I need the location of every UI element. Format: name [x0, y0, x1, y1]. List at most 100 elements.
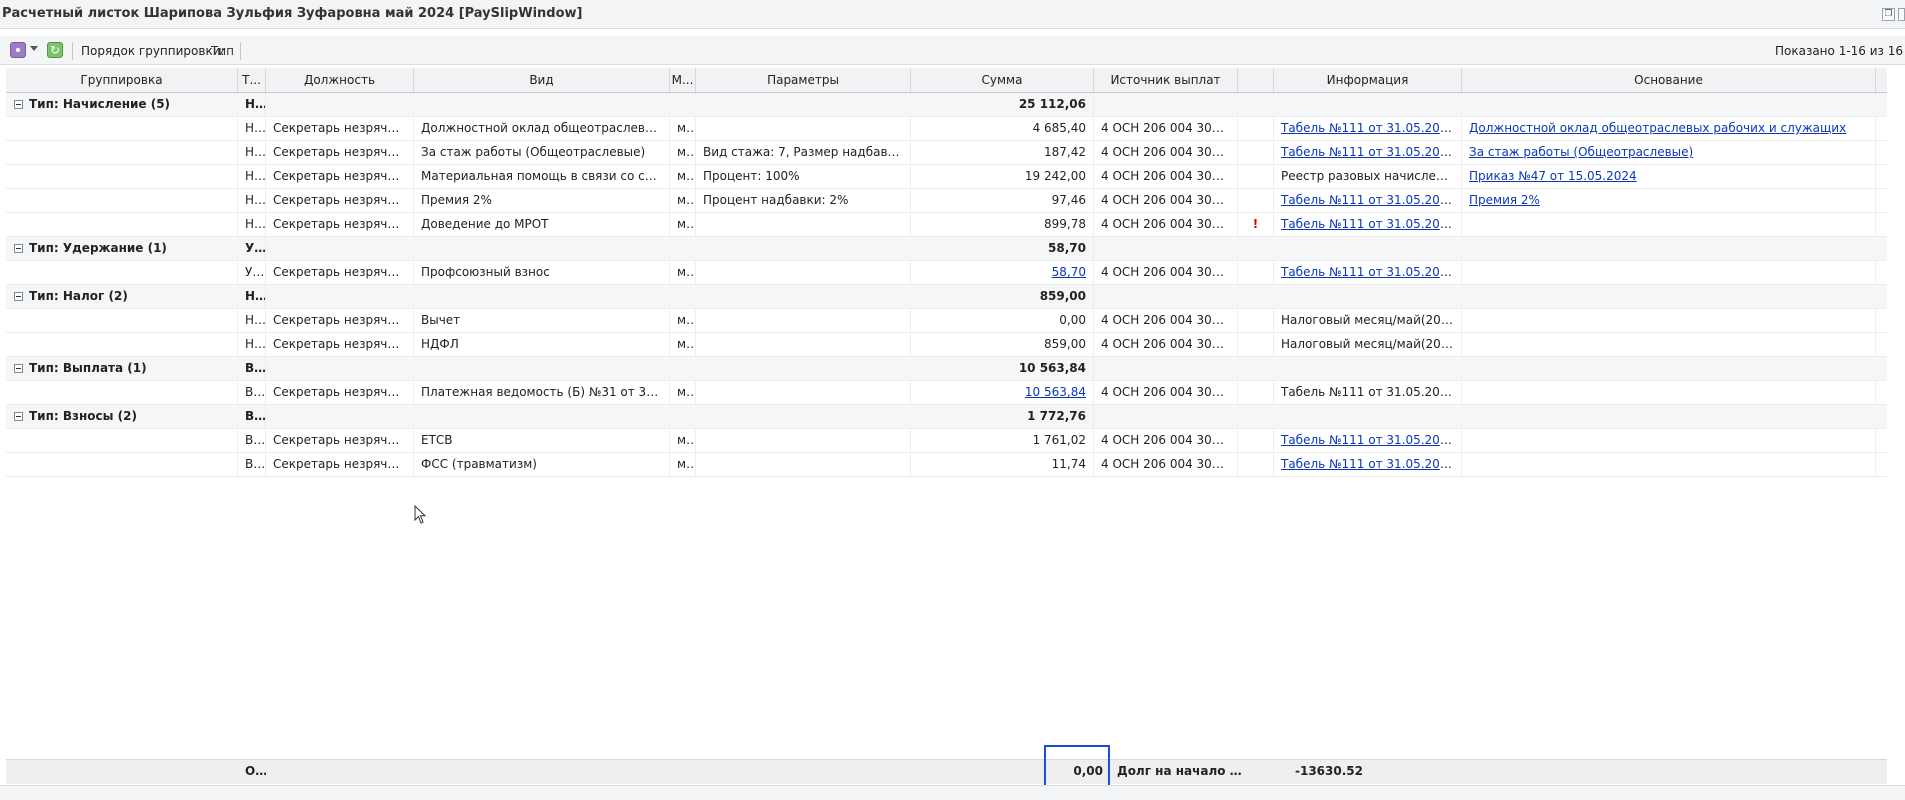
header-col-flag[interactable]: [1238, 68, 1274, 92]
col-info[interactable]: Табель №111 от 31.05.2024 (...: [1274, 213, 1462, 236]
col-info[interactable]: Табель №111 от 31.05.2024 (...: [1274, 261, 1462, 284]
header-col-type[interactable]: Т...: [238, 68, 266, 92]
table-row[interactable]: Н... Секретарь незрячего... НДФЛ м... 859,00…: [6, 333, 1887, 357]
status-bar: [0, 785, 1905, 800]
col-flag: [1238, 429, 1274, 452]
col-source: 4 ОСН 206 004 30211: [1094, 189, 1238, 212]
col-type: В...: [238, 453, 266, 476]
header-col-source[interactable]: Источник выплат: [1094, 68, 1238, 92]
col-info-link[interactable]: Табель №111 от 31.05.2024 (...: [1281, 121, 1461, 135]
header-col-basis[interactable]: Основание: [1462, 68, 1876, 92]
mouse-cursor-icon: [414, 505, 427, 524]
col-info-link[interactable]: Табель №111 от 31.05.2024 (...: [1281, 217, 1461, 231]
restore-icon[interactable]: ❐: [1882, 8, 1895, 21]
table-row[interactable]: Н... Секретарь незрячего... За стаж работы…: [6, 141, 1887, 165]
table-row[interactable]: В... Секретарь незрячего... Платежная ведо…: [6, 381, 1887, 405]
col-basis-link[interactable]: Должностной оклад общеотраслевых рабочих…: [1469, 121, 1846, 135]
col-kind: Вычет: [414, 309, 670, 332]
collapse-icon[interactable]: [14, 364, 23, 373]
col-info[interactable]: Табель №111 от 31.05.2024 (...: [1274, 429, 1462, 452]
col-type: Н...: [238, 333, 266, 356]
table-row[interactable]: В... Секретарь незрячего... ФСС (травматиз…: [6, 453, 1887, 477]
col-basis[interactable]: Приказ №47 от 15.05.2024: [1462, 165, 1876, 188]
col-sum: 1 761,02: [911, 429, 1094, 452]
collapse-icon[interactable]: [14, 412, 23, 421]
group-label[interactable]: Тип: Взносы (2): [6, 405, 238, 428]
group-type: Н...: [238, 93, 266, 116]
grouping-label: Порядок группировки:: [81, 44, 225, 58]
close-icon[interactable]: [1898, 8, 1905, 21]
group-row[interactable]: Тип: Выплата (1) В... 10 563,84: [6, 357, 1887, 381]
table-row[interactable]: Н... Секретарь незрячего... Доведение до М…: [6, 213, 1887, 237]
col-source: 4 ОСН 206 004 30211: [1094, 453, 1238, 476]
col-info-link[interactable]: Табель №111 от 31.05.2024 (...: [1281, 457, 1461, 471]
col-kind: Платежная ведомость (Б) №31 от 31.05.2..…: [414, 381, 670, 404]
col-info-link[interactable]: Табель №111 от 31.05.2024 (...: [1281, 433, 1461, 447]
header-col-params[interactable]: Параметры: [696, 68, 911, 92]
col-kind: Премия 2%: [414, 189, 670, 212]
group-row[interactable]: Тип: Начисление (5) Н... 25 112,06: [6, 93, 1887, 117]
col-info[interactable]: Табель №111 от 31.05.2024 (...: [1274, 117, 1462, 140]
chevron-down-icon[interactable]: [30, 46, 38, 51]
col-basis[interactable]: За стаж работы (Общеотраслевые): [1462, 141, 1876, 164]
group-label[interactable]: Тип: Начисление (5): [6, 93, 238, 116]
table-row[interactable]: Н... Секретарь незрячего... Материальная п…: [6, 165, 1887, 189]
col-info[interactable]: Табель №111 от 31.05.2024 (...: [1274, 141, 1462, 164]
col-params: [696, 453, 911, 476]
table-row[interactable]: В... Секретарь незрячего... ЕТСВ м... 1 761,…: [6, 429, 1887, 453]
col-basis-link[interactable]: Премия 2%: [1469, 193, 1540, 207]
gear-icon[interactable]: [10, 42, 26, 58]
collapse-icon[interactable]: [14, 292, 23, 301]
col-kind: Профсоюзный взнос: [414, 261, 670, 284]
grouping-cell: [6, 141, 238, 164]
header-col-grouping[interactable]: Группировка: [6, 68, 238, 92]
group-row[interactable]: Тип: Налог (2) Н... 859,00: [6, 285, 1887, 309]
col-basis-link[interactable]: За стаж работы (Общеотраслевые): [1469, 145, 1693, 159]
header-col-kind[interactable]: Вид: [414, 68, 670, 92]
group-label[interactable]: Тип: Налог (2): [6, 285, 238, 308]
col-basis: [1462, 333, 1876, 356]
group-row[interactable]: Тип: Взносы (2) В... 1 772,76: [6, 405, 1887, 429]
col-source: 4 ОСН 206 004 30211: [1094, 381, 1238, 404]
col-type: У...: [238, 261, 266, 284]
col-basis-link[interactable]: Приказ №47 от 15.05.2024: [1469, 169, 1637, 183]
group-type: В...: [238, 405, 266, 428]
header-col-m[interactable]: М...: [670, 68, 696, 92]
table-row[interactable]: Н... Секретарь незрячего... Должностной ок…: [6, 117, 1887, 141]
col-basis[interactable]: Должностной оклад общеотраслевых рабочих…: [1462, 117, 1876, 140]
grouping-cell: [6, 333, 238, 356]
col-sum[interactable]: 58,70: [911, 261, 1094, 284]
group-label[interactable]: Тип: Выплата (1): [6, 357, 238, 380]
col-info-link[interactable]: Табель №111 от 31.05.2024 (...: [1281, 265, 1461, 279]
col-flag: [1238, 261, 1274, 284]
col-basis[interactable]: Премия 2%: [1462, 189, 1876, 212]
header-col-info[interactable]: Информация: [1274, 68, 1462, 92]
col-sum-link[interactable]: 58,70: [1052, 265, 1086, 279]
collapse-icon[interactable]: [14, 244, 23, 253]
col-type: Н...: [238, 189, 266, 212]
header-col-sum[interactable]: Сумма: [911, 68, 1094, 92]
grid-header: Группировка Т... Должность Вид М... Параметры…: [6, 68, 1887, 93]
col-info[interactable]: Табель №111 от 31.05.2024 (...: [1274, 189, 1462, 212]
collapse-icon[interactable]: [14, 100, 23, 109]
col-params: [696, 309, 911, 332]
col-sum[interactable]: 10 563,84: [911, 381, 1094, 404]
col-sum-link[interactable]: 10 563,84: [1025, 385, 1086, 399]
grouping-value[interactable]: Тип: [211, 44, 234, 58]
col-info-link[interactable]: Табель №111 от 31.05.2024 (...: [1281, 193, 1461, 207]
col-type: Н...: [238, 213, 266, 236]
table-row[interactable]: Н... Секретарь незрячего... Премия 2% м... П…: [6, 189, 1887, 213]
group-label[interactable]: Тип: Удержание (1): [6, 237, 238, 260]
col-m: м...: [670, 309, 696, 332]
group-type: У...: [238, 237, 266, 260]
table-row[interactable]: Н... Секретарь незрячего... Вычет м... 0,00 4…: [6, 309, 1887, 333]
col-info-link[interactable]: Табель №111 от 31.05.2024 (...: [1281, 145, 1461, 159]
grid-body: Тип: Начисление (5)Н...25 112,06Н...Секр…: [6, 93, 1887, 477]
refresh-icon[interactable]: ↻: [47, 42, 63, 58]
col-info[interactable]: Табель №111 от 31.05.2024 (...: [1274, 453, 1462, 476]
grouping-cell: [6, 165, 238, 188]
group-row[interactable]: Тип: Удержание (1) У... 58,70: [6, 237, 1887, 261]
header-col-position[interactable]: Должность: [266, 68, 414, 92]
group-title: Тип: Начисление (5): [29, 97, 171, 111]
table-row[interactable]: У... Секретарь незрячего... Профсоюзный вз…: [6, 261, 1887, 285]
